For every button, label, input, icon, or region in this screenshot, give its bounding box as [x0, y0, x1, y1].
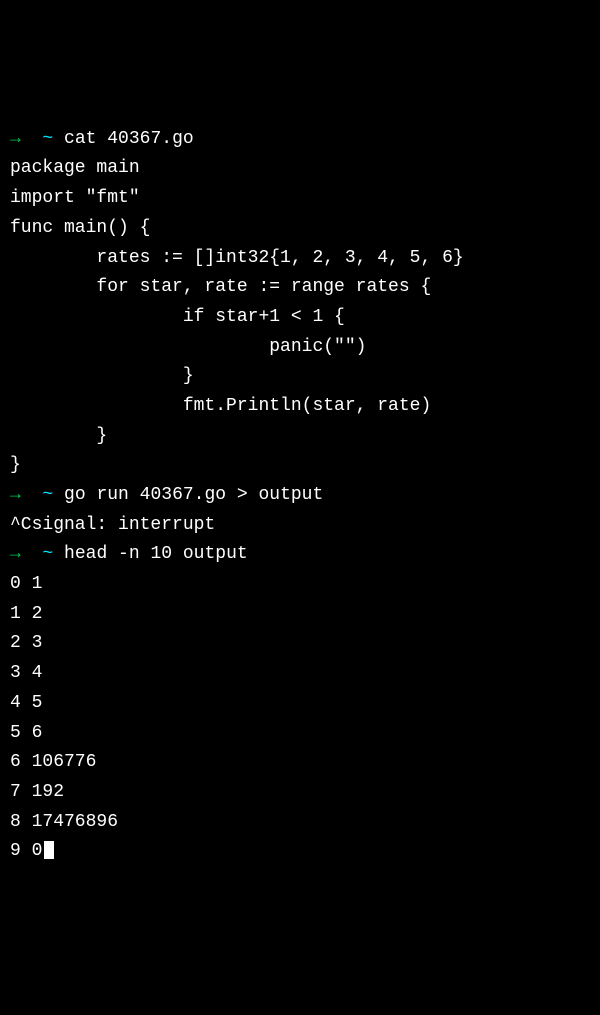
source-line-7: for star, rate := range rates { [10, 273, 590, 303]
arrow-icon: → [10, 129, 21, 149]
prompt-line-1: → ~ cat 40367.go [10, 129, 194, 149]
interrupt-line: ^Csignal: interrupt [10, 511, 590, 541]
output-line-4: 3 4 [10, 659, 590, 689]
prompt-line-2: → ~ go run 40367.go > output [10, 485, 323, 505]
source-line-11: fmt.Println(star, rate) [10, 392, 590, 422]
source-line-6: rates := []int32{1, 2, 3, 4, 5, 6} [10, 244, 590, 274]
cursor-icon [44, 841, 54, 859]
output-line-5: 4 5 [10, 689, 590, 719]
command-run: go run 40367.go > output [64, 485, 323, 505]
command-cat: cat 40367.go [64, 129, 194, 149]
output-line-9: 8 17476896 [10, 808, 590, 838]
output-line-1: 0 1 [10, 570, 590, 600]
prompt-line-3: → ~ head -n 10 output [10, 544, 248, 564]
source-line-5: func main() { [10, 214, 590, 244]
command-head: head -n 10 output [64, 544, 248, 564]
source-line-9: panic("") [10, 333, 590, 363]
source-line-13: } [10, 451, 590, 481]
tilde-icon: ~ [42, 544, 53, 564]
output-line-10: 9 0 [10, 837, 590, 867]
source-line-10: } [10, 362, 590, 392]
arrow-icon: → [10, 544, 21, 564]
tilde-icon: ~ [42, 129, 53, 149]
source-line-3: import "fmt" [10, 184, 590, 214]
arrow-icon: → [10, 485, 21, 505]
output-line-8: 7 192 [10, 778, 590, 808]
source-line-8: if star+1 < 1 { [10, 303, 590, 333]
tilde-icon: ~ [42, 485, 53, 505]
output-line-2: 1 2 [10, 600, 590, 630]
terminal-output[interactable]: → ~ cat 40367.go package mainimport "fmt"… [10, 125, 590, 867]
output-line-3: 2 3 [10, 629, 590, 659]
source-line-1: package main [10, 154, 590, 184]
output-line-6: 5 6 [10, 719, 590, 749]
source-line-12: } [10, 422, 590, 452]
output-line-7: 6 106776 [10, 748, 590, 778]
